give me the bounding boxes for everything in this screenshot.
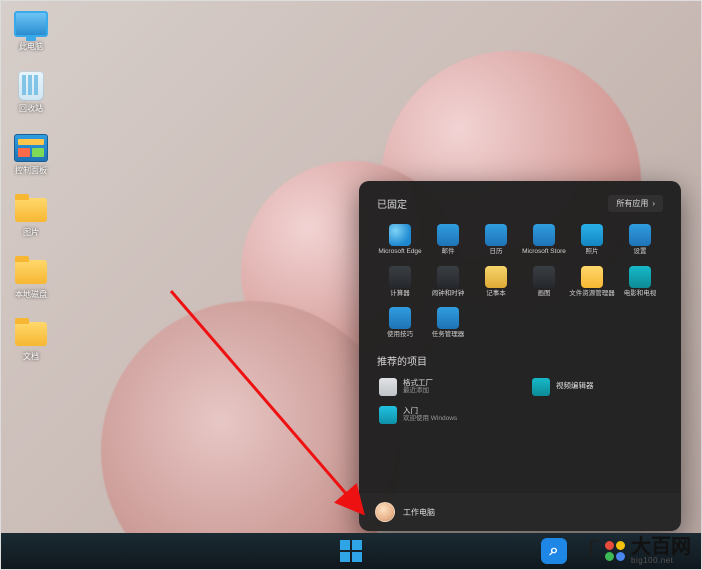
app-calendar[interactable]: 日历 xyxy=(473,222,519,258)
recycle-bin-icon xyxy=(14,69,48,103)
desktop-icon-folder-3[interactable]: 文档 xyxy=(9,317,53,361)
app-movies[interactable]: 电影和电视 xyxy=(617,264,663,300)
calendar-icon xyxy=(485,224,507,246)
watermark-bracket-icon: 「 xyxy=(573,533,599,570)
video-editor-icon xyxy=(532,378,550,396)
desktop-icon-label: 回收站 xyxy=(19,105,43,113)
watermark-domain: big100.net xyxy=(631,557,691,565)
lightbulb-icon xyxy=(389,307,411,329)
edge-icon xyxy=(389,224,411,246)
start-menu: 已固定 所有应用 › Microsoft Edge 邮件 日历 Microsof… xyxy=(359,181,681,531)
app-tips[interactable]: 使用技巧 xyxy=(377,305,423,341)
desktop-icon-folder-1[interactable]: 图片 xyxy=(9,193,53,237)
desktop-icon-label: 文档 xyxy=(23,353,39,361)
pinned-section-title: 已固定 xyxy=(377,196,407,211)
app-settings[interactable]: 设置 xyxy=(617,222,663,258)
watermark-brand: 大百网 xyxy=(631,537,691,557)
recommended-item-video-editor[interactable]: 视频编辑器 xyxy=(530,376,663,398)
calculator-icon xyxy=(389,266,411,288)
user-avatar[interactable] xyxy=(375,502,395,522)
folder-icon xyxy=(14,255,48,289)
desktop-icon-recycle-bin[interactable]: 回收站 xyxy=(9,69,53,113)
recommended-section-title: 推荐的项目 xyxy=(377,353,663,368)
paint-icon xyxy=(533,266,555,288)
taskbar: ⌕ 「 大百网 big100.net xyxy=(1,533,701,569)
watermark-logo-icon: ⌕ xyxy=(541,538,567,564)
folder-icon xyxy=(581,266,603,288)
desktop-icon-label: 本地磁盘 xyxy=(15,291,47,299)
gear-icon xyxy=(629,224,651,246)
folder-icon xyxy=(14,193,48,227)
app-mail[interactable]: 邮件 xyxy=(425,222,471,258)
app-clock[interactable]: 闹钟和时钟 xyxy=(425,264,471,300)
recommended-item-get-started[interactable]: 入门 欢迎使用 Windows xyxy=(377,404,510,426)
mail-icon xyxy=(437,224,459,246)
folder-icon xyxy=(14,317,48,351)
get-started-icon xyxy=(379,406,397,424)
desktop-icon-this-pc[interactable]: 此电脑 xyxy=(9,7,53,51)
watermark: ⌕ 「 大百网 big100.net xyxy=(541,533,691,569)
monitor-icon xyxy=(14,7,48,41)
app-explorer[interactable]: 文件资源管理器 xyxy=(569,264,615,300)
clock-icon xyxy=(437,266,459,288)
pinned-apps-grid: Microsoft Edge 邮件 日历 Microsoft Store 照片 … xyxy=(377,222,663,341)
app-taskmanager[interactable]: 任务管理器 xyxy=(425,305,471,341)
desktop-frame: 此电脑 回收站 控制面板 图片 本地磁盘 文档 已固定 所有应 xyxy=(0,0,702,570)
watermark-dots-icon xyxy=(605,541,625,561)
play-icon xyxy=(629,266,651,288)
desktop-icon-label: 此电脑 xyxy=(19,43,43,51)
chevron-right-icon: › xyxy=(652,199,655,208)
desktop-icons: 此电脑 回收站 控制面板 图片 本地磁盘 文档 xyxy=(9,7,53,361)
app-calculator[interactable]: 计算器 xyxy=(377,264,423,300)
app-edge[interactable]: Microsoft Edge xyxy=(377,222,423,258)
all-apps-label: 所有应用 xyxy=(616,198,648,209)
notepad-icon xyxy=(485,266,507,288)
store-icon xyxy=(533,224,555,246)
recommended-item-format-factory[interactable]: 格式工厂 最近添加 xyxy=(377,376,510,398)
start-menu-footer: 工作电脑 xyxy=(359,493,681,531)
app-store[interactable]: Microsoft Store xyxy=(521,222,567,258)
format-factory-icon xyxy=(379,378,397,396)
user-account-name[interactable]: 工作电脑 xyxy=(403,507,435,518)
start-button[interactable] xyxy=(340,540,362,562)
photos-icon xyxy=(581,224,603,246)
desktop-icon-folder-2[interactable]: 本地磁盘 xyxy=(9,255,53,299)
taskmanager-icon xyxy=(437,307,459,329)
app-paint[interactable]: 画图 xyxy=(521,264,567,300)
desktop-icon-label: 图片 xyxy=(23,229,39,237)
desktop-icon-control-panel[interactable]: 控制面板 xyxy=(9,131,53,175)
app-notepad[interactable]: 记事本 xyxy=(473,264,519,300)
control-panel-icon xyxy=(14,131,48,165)
desktop-icon-label: 控制面板 xyxy=(15,167,47,175)
all-apps-button[interactable]: 所有应用 › xyxy=(608,195,663,212)
recommended-grid: 格式工厂 最近添加 视频编辑器 入门 欢迎使用 Windows xyxy=(377,376,663,426)
app-photos[interactable]: 照片 xyxy=(569,222,615,258)
